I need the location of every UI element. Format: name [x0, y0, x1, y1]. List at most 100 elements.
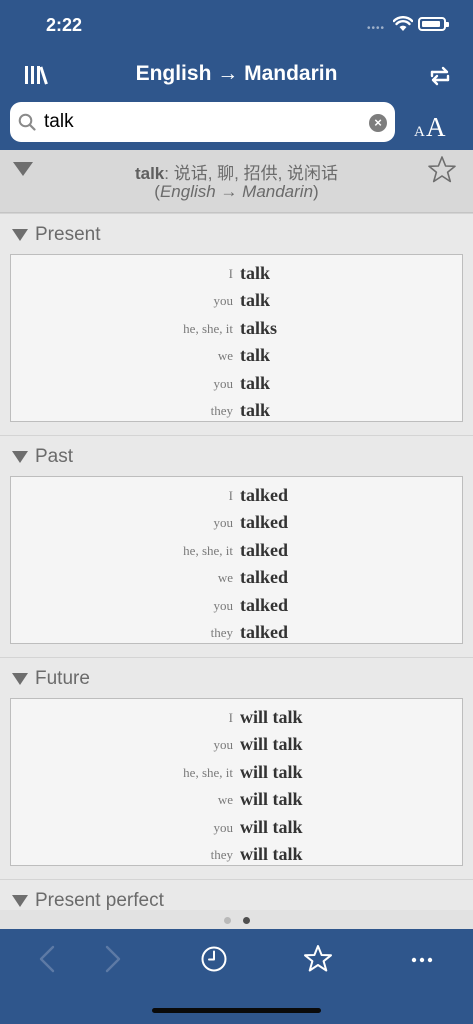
pronoun: we [217, 570, 233, 586]
pronoun: you [213, 515, 234, 531]
entry-direction-close: ) [313, 182, 319, 201]
clear-search-icon[interactable]: × [369, 114, 387, 132]
pronoun: you [213, 737, 234, 753]
verb-form: will talk [240, 816, 303, 837]
conjugation-row: they talked [11, 619, 464, 646]
conjugation-row: we will talk [11, 786, 464, 813]
section-title: Future [35, 668, 90, 689]
status-bar: 2:22 •••• [0, 0, 473, 50]
verb-form: talked [240, 594, 289, 615]
bottom-toolbar [0, 929, 473, 1024]
section-collapse-icon[interactable] [12, 451, 28, 463]
verb-form: talk [240, 400, 271, 420]
conjugation-table: Iwill talk you will talk he, she, it will ta… [10, 698, 463, 866]
verb-form: talk [240, 372, 271, 393]
search-input[interactable] [44, 106, 354, 138]
home-indicator [152, 1008, 321, 1013]
font-small-glyph: A [414, 124, 425, 140]
history-icon[interactable] [198, 943, 230, 975]
conjugation-row: we talk [11, 342, 464, 369]
verb-form: will talk [240, 789, 303, 810]
section-collapse-icon[interactable] [12, 229, 28, 241]
favorite-star-icon[interactable] [426, 154, 458, 186]
conjugation-section-3: Present perfect [0, 879, 473, 911]
entry-header[interactable]: talk: 说话, 聊, 招供, 说闲话 (English → Mandarin… [0, 150, 473, 213]
font-size-button[interactable]: A A [412, 110, 452, 142]
section-title: Present perfect [35, 890, 164, 911]
pronoun: they [210, 625, 233, 640]
entry-collapse-icon[interactable] [13, 162, 33, 176]
pronoun: I [228, 710, 233, 725]
verb-form: talk [240, 263, 271, 283]
verb-form: will talk [240, 844, 303, 864]
page-dot-1[interactable] [224, 917, 231, 924]
section-collapse-icon[interactable] [12, 895, 28, 907]
entry-word: talk [134, 164, 165, 183]
wifi-icon [393, 16, 413, 31]
pronoun: he, she, it [183, 764, 233, 780]
verb-form: will talk [240, 734, 303, 755]
verb-form: talked [240, 539, 289, 560]
pronoun: I [228, 266, 233, 281]
entry-direction-text: English → Mandarin [159, 182, 314, 201]
conjugation-row: he, she, it talked [11, 537, 464, 564]
font-big-glyph: A [426, 112, 446, 142]
section-title: Present [35, 224, 101, 245]
conjugation-row: you talked [11, 592, 464, 619]
conjugation-row: you will talk [11, 814, 464, 841]
verb-form: will talk [240, 761, 303, 782]
verb-form: talked [240, 567, 289, 588]
conjugation-table: Italk you talk he, she, it talks we talk you tal… [10, 254, 463, 422]
pronoun: you [213, 293, 234, 309]
swap-direction-icon[interactable] [427, 64, 453, 88]
conjugation-row: Italked [11, 482, 464, 509]
conjugation-row: he, she, it talks [11, 315, 464, 342]
back-icon[interactable] [32, 943, 64, 975]
entry-translations: : 说话, 聊, 招供, 说闲话 [164, 164, 339, 183]
conjugation-row: Italk [11, 260, 464, 287]
conjugation-row: Iwill talk [11, 704, 464, 731]
pronoun: he, she, it [183, 320, 233, 336]
page-indicator [0, 910, 473, 929]
battery-icon [418, 17, 449, 31]
pronoun: you [213, 819, 234, 835]
entry-title: talk: 说话, 聊, 招供, 说闲话 [40, 159, 433, 184]
verb-form: talked [240, 622, 289, 642]
conjugation-row: we talked [11, 564, 464, 591]
verb-form: talked [240, 512, 289, 533]
nav-title: English → Mandarin [135, 62, 338, 85]
forward-icon[interactable] [96, 943, 128, 975]
conjugation-row: you talk [11, 370, 464, 397]
conjugation-section-2: Future Iwill talk you will talk he, she, it w… [0, 657, 473, 879]
conjugation-table: Italked you talked he, she, it talked we talke… [10, 476, 463, 644]
section-collapse-icon[interactable] [12, 673, 28, 685]
section-title: Past [35, 446, 74, 467]
pronoun: we [217, 792, 233, 808]
favorites-icon[interactable] [302, 943, 334, 975]
conjugation-row: he, she, it will talk [11, 759, 464, 786]
verb-form: talks [240, 317, 278, 338]
conjugation-row: you will talk [11, 731, 464, 758]
conjugation-row: they talk [11, 397, 464, 424]
pronoun: you [213, 375, 234, 391]
pronoun: he, she, it [183, 542, 233, 558]
pronoun: they [210, 403, 233, 418]
entry-direction: (English → Mandarin) [40, 182, 433, 202]
conjugation-row: they will talk [11, 841, 464, 868]
verb-form: talk [240, 345, 271, 366]
pronoun: they [210, 847, 233, 862]
pronoun: you [213, 597, 234, 613]
app-header: 2:22 •••• English → Mandarin × A A [0, 0, 473, 150]
conjugation-row: you talked [11, 509, 464, 536]
search-bar: × [10, 102, 395, 142]
verb-form: talked [240, 485, 289, 505]
verb-form: talk [240, 290, 271, 311]
verb-form: will talk [240, 707, 303, 727]
conjugation-section-1: Past Italked you talked he, she, it talked we t… [0, 435, 473, 657]
page-dot-2[interactable] [243, 917, 250, 924]
cellular-signal-icon: •••• [367, 23, 386, 34]
pronoun: I [228, 488, 233, 503]
more-icon[interactable] [406, 943, 438, 975]
pronoun: we [217, 348, 233, 364]
search-icon [18, 113, 36, 131]
